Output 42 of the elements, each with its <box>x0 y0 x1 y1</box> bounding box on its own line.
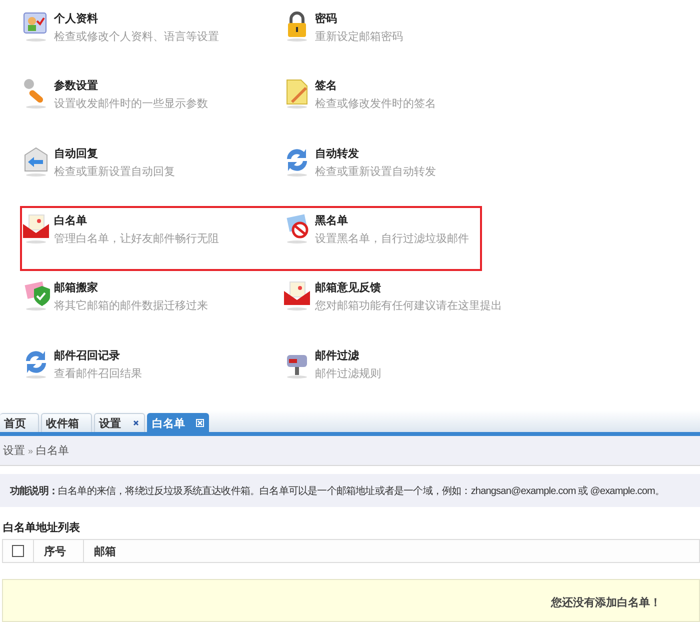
setting-description: 设置收发邮件时的一些显示参数 <box>54 97 208 112</box>
envelope-letter-icon[interactable] <box>22 212 50 244</box>
setting-description: 将其它邮箱的邮件数据迁移过来 <box>54 298 208 314</box>
tab[interactable]: 收件箱 <box>41 413 92 432</box>
setting-title[interactable]: 黑名单 <box>315 212 469 228</box>
tab[interactable]: 首页 <box>0 413 39 432</box>
setting-description: 邮件过滤规则 <box>315 366 381 381</box>
setting-title[interactable]: 自动回复 <box>54 146 175 161</box>
tab[interactable]: 白名单 <box>147 413 209 432</box>
setting-description: 检查或重新设置自动转发 <box>315 164 436 179</box>
envelope-arrow-icon[interactable] <box>22 144 50 177</box>
setting-title[interactable]: 邮件过滤 <box>315 348 381 363</box>
select-all-checkbox[interactable] <box>12 545 24 557</box>
setting-title[interactable]: 签名 <box>315 78 436 94</box>
breadcrumb-link[interactable]: 设置 <box>3 443 25 458</box>
tab[interactable]: 设置 <box>94 413 145 432</box>
setting-description: 查看邮件召回结果 <box>54 366 142 381</box>
setting-description: 设置黑名单，自行过滤垃圾邮件 <box>315 232 469 246</box>
setting-description: 检查或重新设置自动回复 <box>54 164 175 179</box>
setting-title[interactable]: 个人资料 <box>54 11 219 26</box>
column-header: 邮箱 <box>83 540 699 562</box>
setting-description: 检查或修改个人资料、语言等设置 <box>54 30 219 44</box>
list-title: 白名单地址列表 <box>3 520 80 535</box>
setting-description: 检查或修改发件时的签名 <box>315 97 436 112</box>
shield-check-icon[interactable] <box>22 279 50 312</box>
close-icon[interactable] <box>132 419 140 427</box>
setting-description: 重新设定邮箱密码 <box>315 30 403 44</box>
envelope-letter-icon[interactable] <box>283 279 311 312</box>
setting-title[interactable]: 参数设置 <box>54 78 208 94</box>
breadcrumb-current: 白名单 <box>36 444 70 458</box>
column-header: 序号 <box>33 540 83 562</box>
info-text: 功能说明：白名单的来信，将绕过反垃圾系统直达收件箱。白名单可以是一个邮箱地址或者是一个域，例如：zhangsan@example.com 或 @example.com。 <box>0 474 700 507</box>
setting-title[interactable]: 自动转发 <box>315 146 436 161</box>
setting-title[interactable]: 邮件召回记录 <box>54 348 142 363</box>
setting-title[interactable]: 邮箱意见反馈 <box>315 280 502 296</box>
setting-description: 管理白名单，让好友邮件畅行无阻 <box>54 232 219 246</box>
setting-description: 您对邮箱功能有任何建议请在这里提出 <box>315 298 502 314</box>
breadcrumb-separator: » <box>28 446 34 456</box>
setting-title[interactable]: 白名单 <box>54 212 219 228</box>
setting-title[interactable]: 密码 <box>315 11 403 26</box>
empty-message: 您还没有添加白名单！ <box>551 596 661 610</box>
setting-title[interactable]: 邮箱搬家 <box>54 280 208 296</box>
